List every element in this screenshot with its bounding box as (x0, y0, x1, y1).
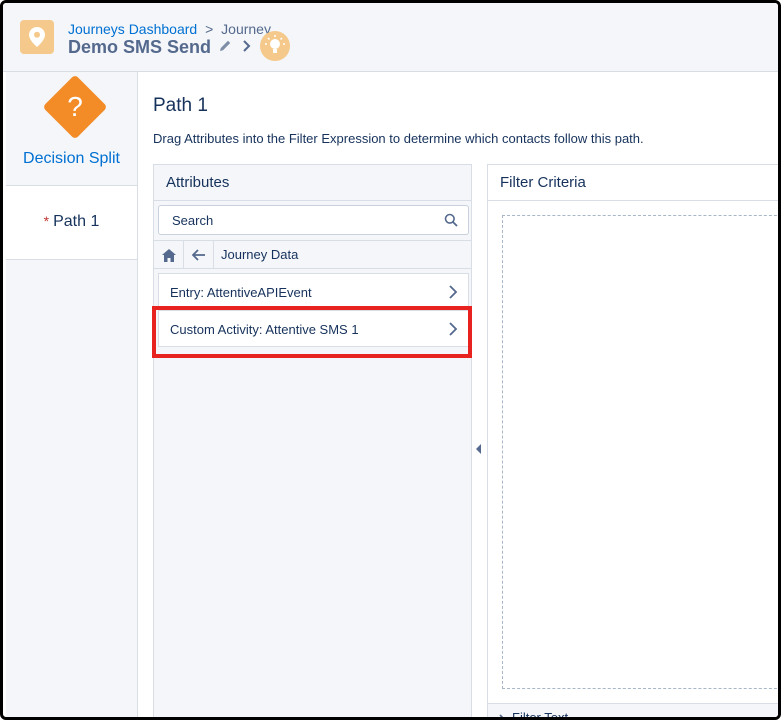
breadcrumb-separator: > (205, 21, 214, 37)
filter-text-label: Filter Text (512, 710, 569, 720)
attribute-item-entry[interactable]: Entry: AttentiveAPIEvent (158, 273, 469, 310)
attributes-title: Attributes (154, 165, 471, 201)
back-arrow-icon[interactable] (184, 241, 214, 269)
path-title: Path 1 (153, 95, 208, 116)
path-tab-label: * Path 1 (6, 213, 137, 231)
attribute-item-label: Entry: AttentiveAPIEvent (170, 285, 312, 300)
question-mark-icon: ? (67, 91, 83, 122)
attribute-search-input[interactable] (170, 212, 434, 229)
journey-data-label: Journey Data (221, 247, 299, 262)
path-tab-text: Path 1 (53, 213, 100, 230)
decision-split-tab[interactable]: ? Decision Split (6, 72, 137, 186)
path-description: Drag Attributes into the Filter Expressi… (153, 131, 644, 146)
pencil-icon[interactable] (218, 39, 232, 58)
filter-criteria-title: Filter Criteria (488, 165, 778, 201)
home-icon[interactable] (154, 241, 184, 269)
search-icon[interactable] (444, 213, 458, 232)
decision-split-label: Decision Split (23, 150, 120, 167)
attributes-panel: Attributes Journey Data (153, 164, 472, 717)
journey-name: Demo SMS Send (68, 37, 212, 57)
lightbulb-icon[interactable] (260, 31, 290, 61)
filter-text-toggle[interactable]: Filter Text (488, 703, 778, 720)
tab-path-1[interactable]: * Path 1 (6, 186, 137, 260)
journey-header: Journeys Dashboard > Journey Demo SMS Se… (3, 3, 778, 72)
highlight-box (152, 306, 472, 358)
chevron-right-icon (448, 284, 458, 305)
chevron-right-icon[interactable] (241, 39, 253, 58)
filter-drop-zone[interactable] (502, 215, 778, 689)
required-marker: * (43, 213, 50, 229)
breadcrumb: Journeys Dashboard > Journey (68, 21, 271, 37)
chevron-right-icon (498, 711, 506, 717)
filter-criteria-panel: Filter Criteria Filter Text (487, 164, 778, 720)
breadcrumb-journeys-dashboard[interactable]: Journeys Dashboard (68, 21, 197, 37)
collapse-panel-icon[interactable] (474, 442, 484, 460)
map-pin-icon (20, 20, 54, 54)
attribute-search (158, 205, 469, 235)
attribute-nav: Journey Data (154, 240, 471, 269)
app-window: Journeys Dashboard > Journey Demo SMS Se… (0, 0, 781, 720)
path-sidebar: ? Decision Split * Path 1 (6, 72, 138, 717)
